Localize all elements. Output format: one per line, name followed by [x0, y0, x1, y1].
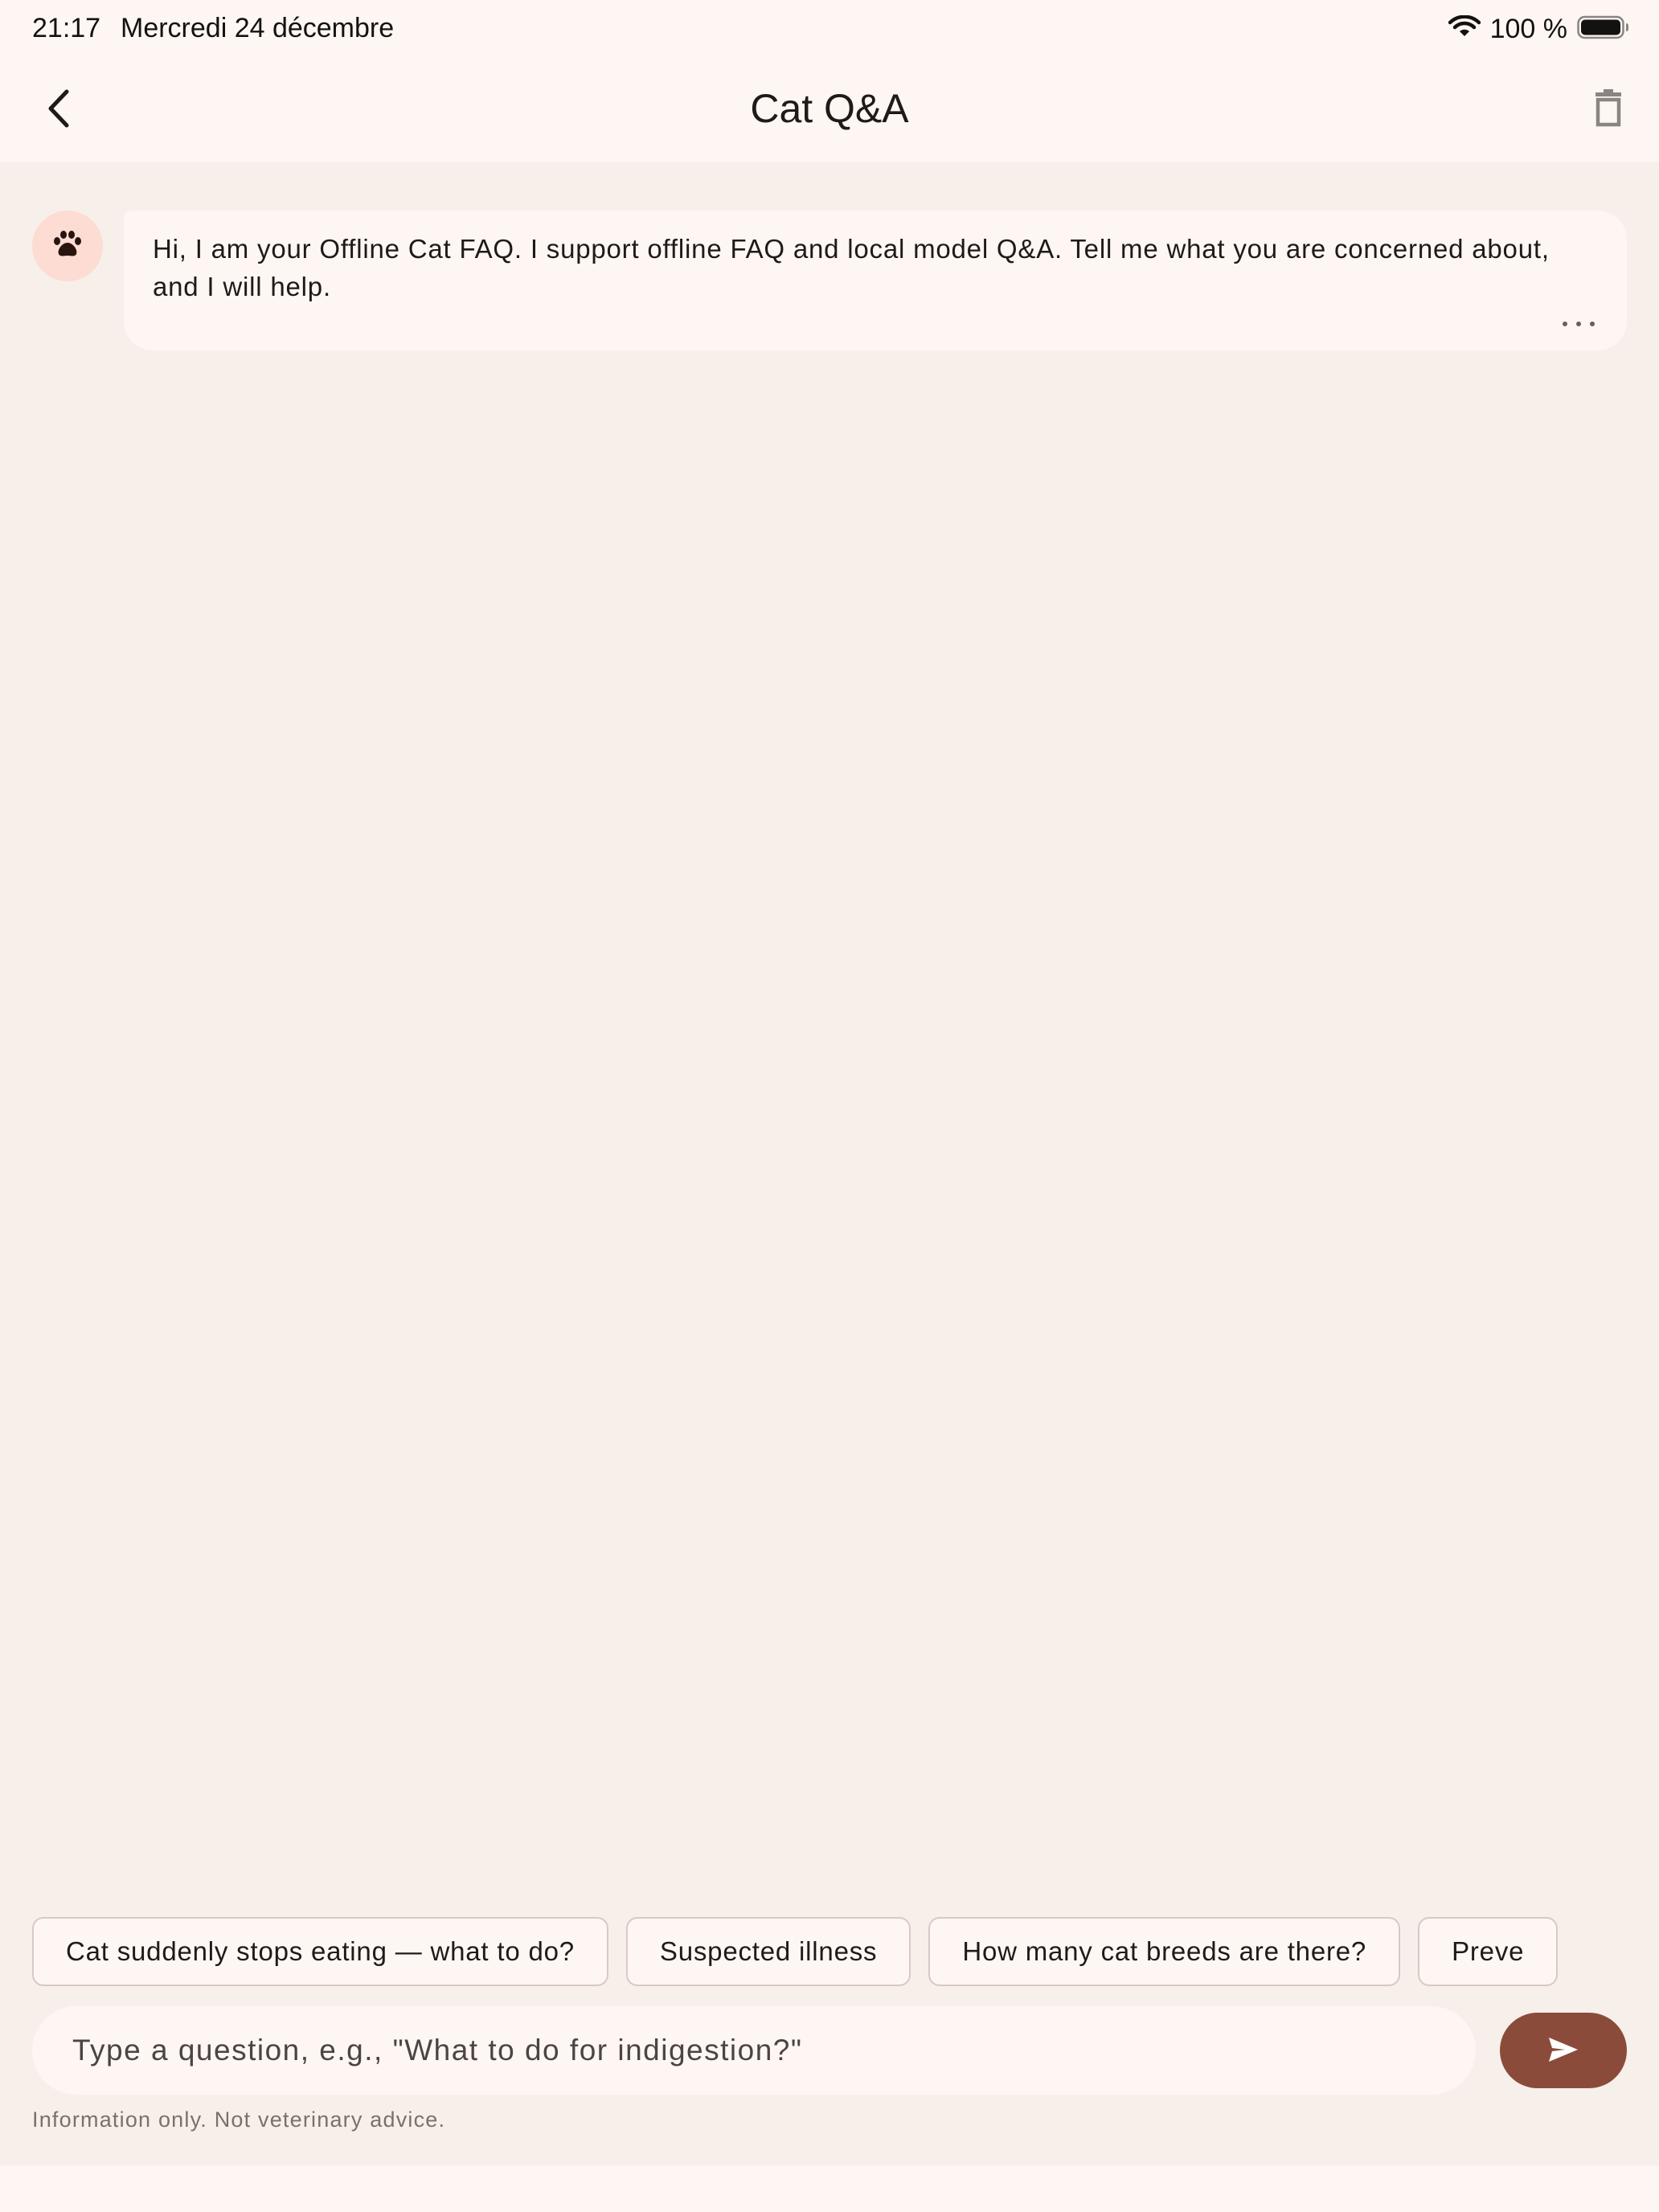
- status-time: 21:17: [32, 13, 101, 43]
- suggestion-chips: Cat suddenly stops eating — what to do? …: [32, 1917, 1627, 1988]
- wifi-icon: [1448, 14, 1481, 43]
- send-button[interactable]: [1500, 2013, 1627, 2088]
- app-bar: Cat Q&A: [0, 58, 1659, 162]
- message-text: Hi, I am your Offline Cat FAQ. I support…: [153, 234, 1550, 301]
- suggestion-chip[interactable]: How many cat breeds are there?: [928, 1917, 1401, 1986]
- delete-chat-button[interactable]: [1580, 82, 1636, 138]
- trash-icon: [1592, 88, 1624, 132]
- message-bubble: Hi, I am your Offline Cat FAQ. I support…: [124, 211, 1627, 350]
- status-date: Mercredi 24 décembre: [121, 13, 395, 43]
- bot-avatar: [32, 211, 103, 281]
- send-icon: [1547, 2036, 1579, 2066]
- disclaimer: Information only. Not veterinary advice.: [32, 2108, 446, 2132]
- bottom-safe-area: [0, 2165, 1659, 2212]
- status-bar: 21:17 Mercredi 24 décembre 100 %: [0, 0, 1659, 58]
- page-title: Cat Q&A: [750, 86, 909, 131]
- paw-icon: [51, 230, 84, 263]
- suggestion-chip[interactable]: Cat suddenly stops eating — what to do?: [32, 1917, 608, 1986]
- status-indicators: 100 %: [1448, 11, 1630, 47]
- question-input[interactable]: [32, 2006, 1476, 2095]
- suggestion-chip[interactable]: Preve: [1418, 1917, 1559, 1986]
- battery-icon: [1577, 14, 1630, 44]
- question-input-container: [32, 2006, 1476, 2095]
- chat-area[interactable]: Hi, I am your Offline Cat FAQ. I support…: [0, 162, 1659, 2165]
- more-horizontal-icon[interactable]: [1563, 318, 1595, 330]
- battery-percentage: 100 %: [1489, 13, 1567, 44]
- suggestion-chip[interactable]: Suspected illness: [625, 1917, 911, 1986]
